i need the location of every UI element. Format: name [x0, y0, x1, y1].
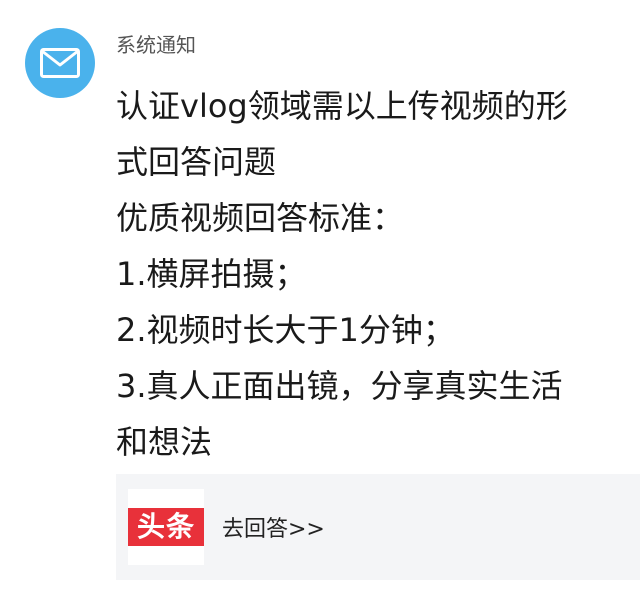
sender-avatar[interactable] [25, 28, 95, 98]
go-answer-link-card[interactable]: 头条 去回答>> [116, 474, 640, 580]
notification-message: 认证vlog领域需以上传视频的形 式回答问题 优质视频回答标准： 1.横屏拍摄；… [116, 78, 631, 470]
message-line: 优质视频回答标准： [116, 199, 405, 237]
message-line: 1.横屏拍摄； [116, 255, 307, 293]
message-line: 3.真人正面出镜，分享真实生活 [116, 367, 563, 405]
go-answer-link[interactable]: 去回答>> [222, 511, 325, 543]
toutiao-logo: 头条 [128, 489, 204, 565]
mail-envelope-icon [40, 48, 80, 78]
sender-name: 系统通知 [116, 33, 196, 57]
message-line: 认证vlog领域需以上传视频的形 [116, 87, 568, 125]
toutiao-logo-badge: 头条 [128, 508, 204, 546]
message-line: 2.视频时长大于1分钟； [116, 311, 455, 349]
toutiao-logo-text: 头条 [136, 510, 195, 543]
message-line: 和想法 [116, 423, 213, 461]
message-line: 式回答问题 [116, 143, 277, 181]
